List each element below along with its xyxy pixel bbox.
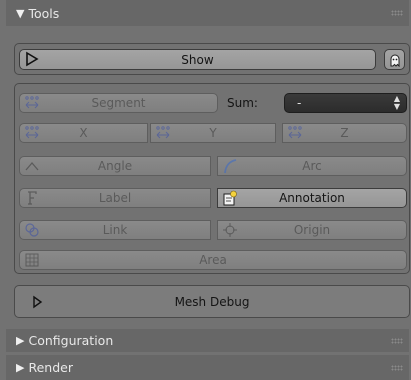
show-button[interactable]: Show — [19, 49, 376, 70]
arc-button[interactable]: Arc — [217, 156, 407, 176]
annotation-note-icon — [222, 190, 238, 206]
render-panel-header[interactable]: ▶ Render — [6, 355, 409, 380]
z-button-label: Z — [340, 126, 349, 140]
link-icon — [24, 222, 40, 238]
mesh-debug-label: Mesh Debug — [174, 294, 250, 309]
angle-button-label: Angle — [97, 159, 133, 173]
y-axis-icon — [155, 125, 171, 141]
area-button-label: Area — [199, 253, 227, 267]
drag-grip-icon[interactable] — [391, 337, 403, 344]
annotation-button-label: Annotation — [279, 191, 345, 205]
expand-triangle-icon: ▶ — [16, 334, 25, 347]
area-grid-icon — [24, 252, 40, 268]
tools-panel-header[interactable]: ▼ Tools — [6, 0, 409, 26]
configuration-panel-title: Configuration — [28, 333, 114, 348]
origin-button[interactable]: Origin — [217, 220, 407, 240]
x-button[interactable]: X — [19, 123, 148, 143]
configuration-panel-header[interactable]: ▶ Configuration — [6, 329, 409, 352]
font-f-icon — [24, 190, 40, 206]
angle-button[interactable]: Angle — [19, 156, 211, 176]
sum-label: Sum: — [227, 96, 258, 110]
show-button-label: Show — [181, 52, 214, 67]
drag-grip-icon[interactable] — [391, 10, 403, 16]
tools-panel-title: Tools — [28, 5, 60, 21]
segment-button[interactable]: Segment — [19, 93, 218, 113]
measure-tools-box: Segment Sum: - ▲ ▼ X Y Z Angle Arc Label… — [14, 83, 410, 274]
angle-icon — [24, 158, 40, 174]
label-button[interactable]: Label — [19, 188, 211, 208]
x-axis-icon — [24, 125, 40, 141]
z-axis-icon — [287, 125, 303, 141]
pin-button[interactable] — [384, 49, 405, 70]
play-triangle-icon — [32, 295, 44, 309]
sum-select[interactable]: - ▲ ▼ — [284, 93, 407, 113]
collapse-triangle-icon: ▼ — [16, 6, 25, 20]
updown-arrow-icon: ▲ ▼ — [393, 94, 400, 111]
y-button-label: Y — [209, 126, 217, 140]
link-button-label: Link — [102, 223, 128, 237]
z-button[interactable]: Z — [282, 123, 407, 143]
mesh-debug-row[interactable]: Mesh Debug — [14, 285, 410, 318]
area-button[interactable]: Area — [19, 250, 407, 270]
annotation-button[interactable]: Annotation — [217, 188, 407, 208]
label-button-label: Label — [98, 191, 132, 205]
segment-button-label: Segment — [91, 96, 146, 110]
render-panel-title: Render — [28, 360, 73, 375]
x-button-label: X — [79, 126, 88, 140]
ghost-pin-icon — [388, 53, 402, 67]
drag-grip-icon[interactable] — [391, 364, 403, 371]
link-button[interactable]: Link — [19, 220, 211, 240]
arc-button-label: Arc — [302, 159, 322, 173]
show-row-box: Show — [14, 43, 410, 75]
origin-button-label: Origin — [293, 223, 331, 237]
segment-ruler-icon — [24, 95, 40, 111]
origin-crosshair-icon — [222, 222, 238, 238]
y-button[interactable]: Y — [150, 123, 276, 143]
sum-select-value: - — [297, 96, 302, 110]
arc-icon — [222, 158, 238, 174]
expand-triangle-icon: ▶ — [16, 361, 25, 374]
play-triangle-icon — [24, 51, 40, 67]
